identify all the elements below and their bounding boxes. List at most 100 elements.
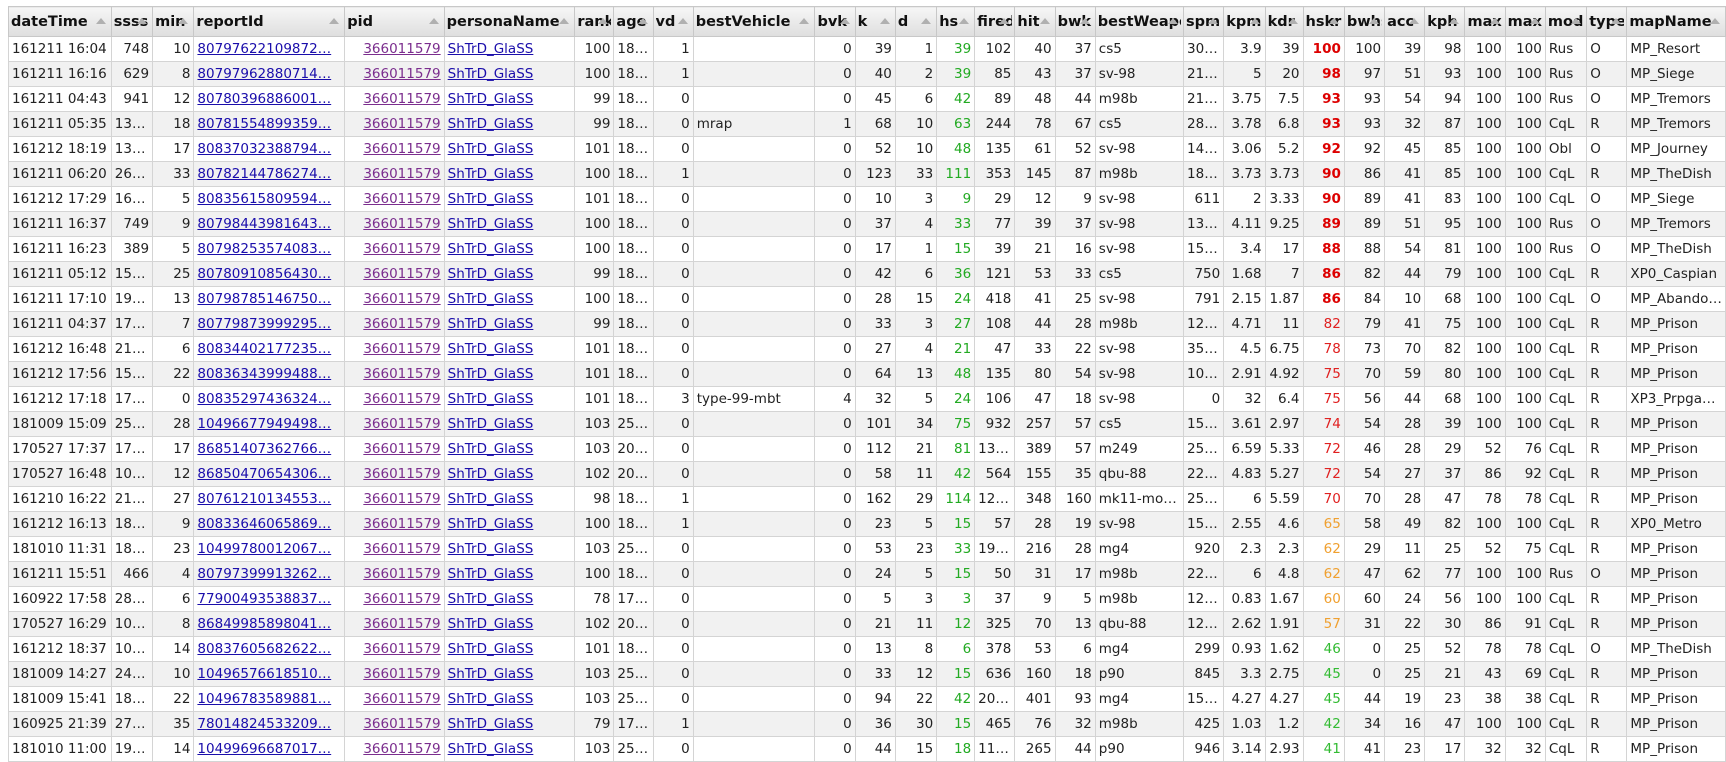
table-row[interactable]: 161212 17:29 1673 5 80835615809594… 36601157… (8, 186, 1726, 212)
table-row[interactable]: 161211 17:10 1922 13 80798785146750… 3660115… (8, 286, 1726, 312)
sort-arrow-icon[interactable] (559, 18, 570, 24)
column-header-bestVehicle[interactable]: bestVehicle (692, 6, 816, 37)
report-id-link[interactable]: 80798443981643… (197, 216, 331, 232)
sort-arrow-icon[interactable] (428, 18, 439, 24)
sort-arrow-icon[interactable] (137, 18, 148, 24)
persona-name-link[interactable]: ShTrD_GlaSS (448, 291, 534, 307)
column-header-hskr[interactable]: hskr (1302, 6, 1345, 37)
report-id-link[interactable]: 80833646065869… (197, 516, 331, 532)
pid-link[interactable]: 366011579 (363, 741, 440, 757)
sort-arrow-icon[interactable] (1208, 18, 1219, 24)
pid-link[interactable]: 366011579 (363, 366, 440, 382)
table-row[interactable]: 161211 05:12 1500 25 80780910856430… 3660115… (8, 261, 1726, 287)
pid-link[interactable]: 366011579 (363, 141, 440, 157)
report-id-link[interactable]: 80782144786274… (197, 166, 331, 182)
persona-name-link[interactable]: ShTrD_GlaSS (448, 141, 534, 157)
report-id-link[interactable]: 10499780012067… (197, 541, 331, 557)
table-row[interactable]: 161211 05:35 1305 18 80781554899359… 3660115… (8, 111, 1726, 137)
column-header-pid[interactable]: pid (344, 6, 445, 37)
table-row[interactable]: 161211 04:43 941 12 80780396886001… 36601157… (8, 86, 1726, 112)
pid-link[interactable]: 366011579 (363, 116, 440, 132)
pid-link[interactable]: 366011579 (363, 716, 440, 732)
pid-link[interactable]: 366011579 (363, 691, 440, 707)
table-row[interactable]: 181009 14:27 2401 10 10496576618510… 3660115… (8, 661, 1726, 687)
report-id-link[interactable]: 86850470654306… (197, 466, 331, 482)
pid-link[interactable]: 366011579 (363, 166, 440, 182)
column-header-fired[interactable]: fired (974, 6, 1016, 37)
report-id-link[interactable]: 80780910856430… (197, 266, 331, 282)
table-row[interactable]: 161212 18:19 1302 17 80837032388794… 3660115… (8, 136, 1726, 162)
column-header-d[interactable]: d (894, 6, 938, 37)
pid-link[interactable]: 366011579 (363, 616, 440, 632)
pid-link[interactable]: 366011579 (363, 541, 440, 557)
sort-arrow-icon[interactable] (1039, 18, 1050, 24)
column-header-personaName[interactable]: personaName (443, 6, 576, 37)
sort-arrow-icon[interactable] (959, 18, 970, 24)
persona-name-link[interactable]: ShTrD_GlaSS (448, 641, 534, 657)
pid-link[interactable]: 366011579 (363, 516, 440, 532)
column-header-bvk[interactable]: bvk (814, 6, 856, 37)
sort-arrow-icon[interactable] (1571, 18, 1582, 24)
table-row[interactable]: 181009 15:09 2505 28 10496677949498… 3660115… (8, 411, 1726, 437)
table-row[interactable]: 161212 18:37 1032 14 80837605682622… 3660115… (8, 636, 1726, 662)
pid-link[interactable]: 366011579 (363, 416, 440, 432)
persona-name-link[interactable]: ShTrD_GlaSS (448, 266, 534, 282)
persona-name-link[interactable]: ShTrD_GlaSS (448, 541, 534, 557)
report-id-link[interactable]: 80837605682622… (197, 641, 331, 657)
table-row[interactable]: 161211 15:51 466 4 80797399913262… 366011579… (8, 561, 1726, 587)
table-row[interactable]: 161212 16:13 1834 9 80833646065869… 36601157… (8, 511, 1726, 537)
column-header-ssss[interactable]: ssss (110, 6, 154, 37)
persona-name-link[interactable]: ShTrD_GlaSS (448, 441, 534, 457)
persona-name-link[interactable]: ShTrD_GlaSS (448, 116, 534, 132)
sort-arrow-icon[interactable] (1287, 18, 1298, 24)
pid-link[interactable]: 366011579 (363, 266, 440, 282)
report-id-link[interactable]: 10496677949498… (197, 416, 331, 432)
report-id-link[interactable]: 10499696687017… (197, 741, 331, 757)
persona-name-link[interactable]: ShTrD_GlaSS (448, 241, 534, 257)
table-row[interactable]: 170527 17:37 1741 17 86851407362766… 3660115… (8, 436, 1726, 462)
sort-arrow-icon[interactable] (999, 18, 1010, 24)
sort-arrow-icon[interactable] (1489, 18, 1500, 24)
persona-name-link[interactable]: ShTrD_GlaSS (448, 666, 534, 682)
sort-arrow-icon[interactable] (1529, 18, 1540, 24)
table-row[interactable]: 160922 17:58 2862 6 77900493538837… 36601157… (8, 586, 1726, 612)
report-id-link[interactable]: 77900493538837… (197, 591, 331, 607)
report-id-link[interactable]: 86851407362766… (197, 441, 331, 457)
persona-name-link[interactable]: ShTrD_GlaSS (448, 41, 534, 57)
report-id-link[interactable]: 80837032388794… (197, 141, 331, 157)
pid-link[interactable]: 366011579 (363, 91, 440, 107)
report-id-link[interactable]: 78014824533209… (197, 716, 331, 732)
pid-link[interactable]: 366011579 (363, 391, 440, 407)
report-id-link[interactable]: 80781554899359… (197, 116, 331, 132)
persona-name-link[interactable]: ShTrD_GlaSS (448, 616, 534, 632)
pid-link[interactable]: 366011579 (363, 666, 440, 682)
persona-name-link[interactable]: ShTrD_GlaSS (448, 466, 534, 482)
column-header-kph[interactable]: kph (1424, 6, 1466, 37)
table-row[interactable]: 161212 16:48 2116 6 80834402177235… 36601157… (8, 336, 1726, 362)
sort-arrow-icon[interactable] (178, 18, 189, 24)
sort-arrow-icon[interactable] (1168, 18, 1179, 24)
report-id-link[interactable]: 80836343999488… (197, 366, 331, 382)
persona-name-link[interactable]: ShTrD_GlaSS (448, 566, 534, 582)
persona-name-link[interactable]: ShTrD_GlaSS (448, 391, 534, 407)
column-header-kdr[interactable]: kdr (1264, 6, 1304, 37)
report-id-link[interactable]: 80797962880714… (197, 66, 331, 82)
persona-name-link[interactable]: ShTrD_GlaSS (448, 716, 534, 732)
table-row[interactable]: 181010 11:31 1847 23 10499780012067… 3660115… (8, 536, 1726, 562)
persona-name-link[interactable]: ShTrD_GlaSS (448, 491, 534, 507)
column-header-k[interactable]: k (854, 6, 896, 37)
report-id-link[interactable]: 80798253574083… (197, 241, 331, 257)
sort-arrow-icon[interactable] (1449, 18, 1460, 24)
report-id-link[interactable]: 80797622109872… (197, 41, 331, 57)
sort-arrow-icon[interactable] (879, 18, 890, 24)
persona-name-link[interactable]: ShTrD_GlaSS (448, 691, 534, 707)
sort-arrow-icon[interactable] (598, 18, 609, 24)
sort-arrow-icon[interactable] (799, 18, 810, 24)
column-header-bwk[interactable]: bwk (1054, 6, 1096, 37)
report-id-link[interactable]: 80798785146750… (197, 291, 331, 307)
sort-arrow-icon[interactable] (839, 18, 850, 24)
persona-name-link[interactable]: ShTrD_GlaSS (448, 591, 534, 607)
sort-arrow-icon[interactable] (1079, 18, 1090, 24)
column-header-max2[interactable]: max2 (1504, 6, 1546, 37)
table-row[interactable]: 161211 06:20 2632 33 80782144786274… 3660115… (8, 161, 1726, 187)
